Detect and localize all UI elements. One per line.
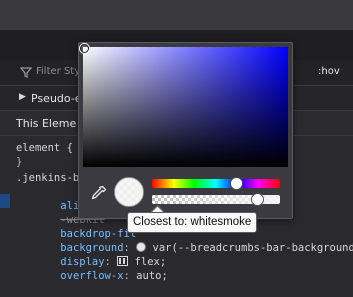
hue-slider-knob[interactable] [230,177,243,190]
filter-styles-input[interactable]: Filter Sty [36,66,80,77]
alpha-slider-knob[interactable] [251,193,264,206]
devtools-toolbar [0,0,353,30]
this-element-label: This Eleme [16,117,76,130]
eyedropper-icon[interactable] [90,184,108,202]
hov-toggle[interactable]: :hov [318,66,340,77]
color-handle[interactable] [80,44,89,53]
expand-arrow-icon[interactable]: ▶ [19,92,26,102]
alpha-slider[interactable] [152,195,280,204]
element-rule-close: } [16,155,22,169]
element-rule-open: element { [16,141,73,155]
decl-value[interactable]: auto; [136,270,168,282]
saturation-value-area[interactable] [83,47,288,167]
pseudo-elements-label: Pseudo-e [31,92,82,105]
color-name-tooltip: Closest to: whitesmoke [127,212,257,233]
color-preview-swatch [114,177,144,207]
hue-slider[interactable] [152,179,280,188]
decl-prop: overflow-x [60,270,123,282]
decl-value[interactable]: var(--breadcrumbs-bar-background); [153,242,353,254]
color-picker-popup [78,42,293,219]
decl-overflow-x[interactable]: overflow-x: auto; [35,255,168,297]
rule-selector[interactable]: .jenkins-br [16,171,86,185]
filter-icon [20,66,32,78]
